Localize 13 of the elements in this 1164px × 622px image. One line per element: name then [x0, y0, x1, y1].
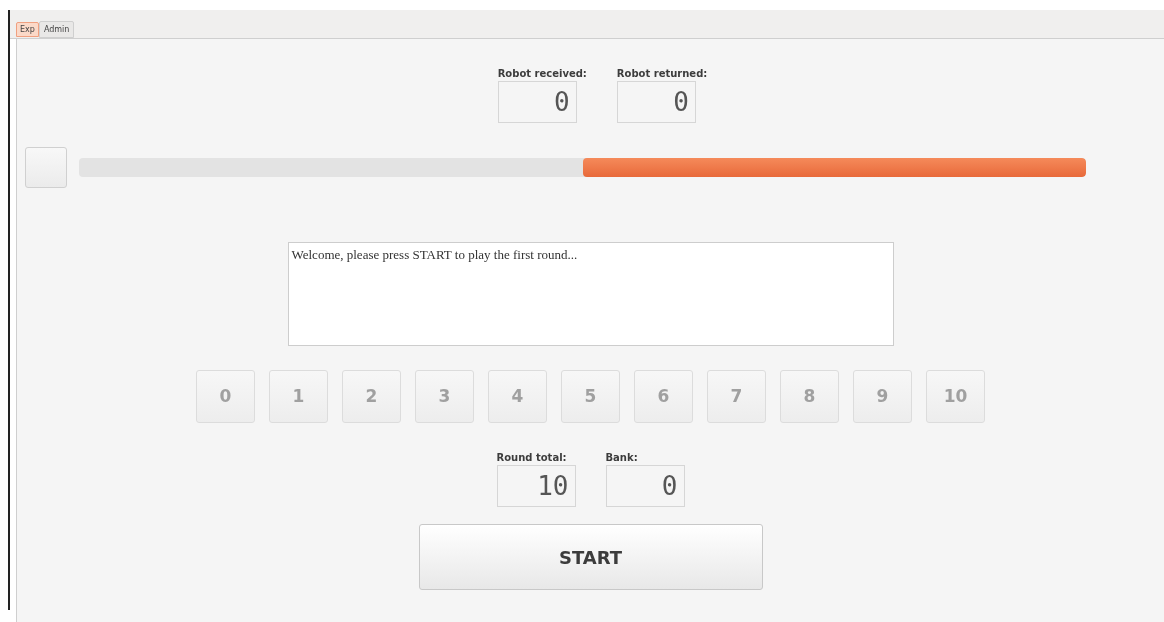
start-button[interactable]: START: [418, 524, 763, 590]
square-button[interactable]: [25, 147, 67, 188]
display-label: Robot received:: [497, 69, 587, 79]
lcd-display: 0: [497, 81, 577, 123]
tab[interactable]: Admin: [38, 21, 75, 38]
display-label: Robot returned:: [616, 69, 708, 79]
lcd-display: 10: [496, 465, 576, 507]
lcd-display: 0: [616, 81, 696, 123]
display-label: Round total:: [496, 453, 567, 463]
display-label: Bank:: [605, 453, 638, 463]
message-box: Welcome, please press START to play the first round...: [287, 242, 894, 346]
lcd-display: 0: [605, 465, 685, 507]
tab[interactable]: Exp: [16, 22, 39, 37]
